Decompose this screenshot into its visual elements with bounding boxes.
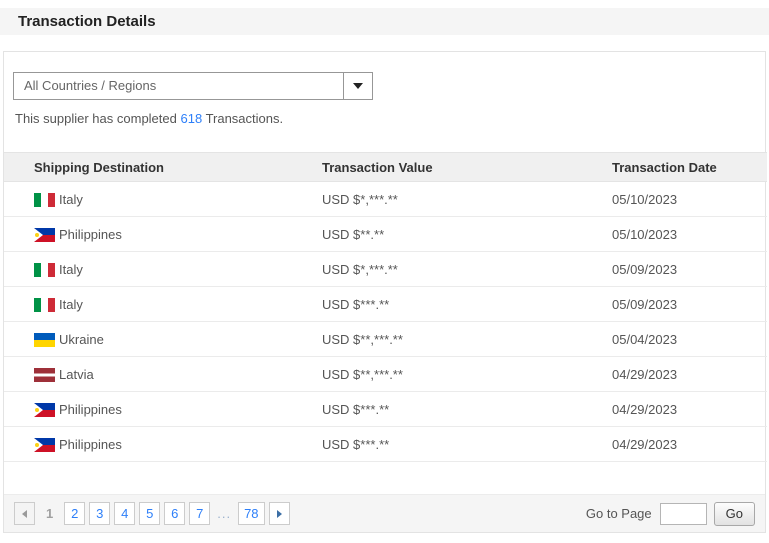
transaction-value: USD $*,***.** — [322, 251, 612, 287]
country-name: Italy — [59, 296, 83, 312]
caret-right-icon — [276, 509, 282, 518]
transaction-value: USD $*,***.** — [322, 181, 612, 217]
transaction-value: USD $**,***.** — [322, 321, 612, 357]
country-name: Italy — [59, 191, 83, 207]
country-flag-icon — [34, 402, 55, 417]
country-flag-icon — [34, 192, 55, 207]
pagination-current-page: 1 — [46, 506, 54, 521]
country-flag-icon — [34, 262, 55, 277]
transaction-date: 05/04/2023 — [612, 321, 767, 357]
column-header-transaction-date: Transaction Date — [612, 152, 767, 182]
dropdown-arrow-button[interactable] — [343, 73, 372, 99]
table-row: Latvia USD $**,***.** 04/29/2023 — [4, 356, 767, 392]
transaction-value: USD $***.** — [322, 286, 612, 322]
caret-down-icon — [353, 83, 363, 89]
pagination-page-7[interactable]: 7 — [189, 502, 211, 525]
country-name: Philippines — [59, 436, 122, 452]
country-flag-icon — [34, 367, 55, 382]
transaction-value: USD $***.** — [322, 426, 612, 462]
transaction-date: 05/10/2023 — [612, 216, 767, 252]
table-footer: 1 2 3 4 5 6 7 ... 78 Go to Page Go — [4, 494, 765, 532]
pagination-page-3[interactable]: 3 — [89, 502, 111, 525]
pagination: 1 2 3 4 5 6 7 ... 78 — [14, 502, 294, 525]
column-header-transaction-value: Transaction Value — [322, 152, 612, 182]
transaction-summary: This supplier has completed 618 Transact… — [15, 111, 754, 126]
table-row: Philippines USD $***.** 04/29/2023 — [4, 426, 767, 462]
country-flag-icon — [34, 297, 55, 312]
transaction-count-link[interactable]: 618 — [180, 111, 202, 126]
transaction-date: 05/09/2023 — [612, 286, 767, 322]
go-button[interactable]: Go — [713, 501, 755, 526]
pagination-page-6[interactable]: 6 — [164, 502, 186, 525]
country-filter-selected-value: All Countries / Regions — [24, 78, 157, 93]
pagination-next-button[interactable] — [268, 502, 290, 525]
pagination-page-2[interactable]: 2 — [64, 502, 86, 525]
transactions-table: Shipping Destination Transaction Value T… — [4, 152, 767, 462]
pagination-page-4[interactable]: 4 — [114, 502, 136, 525]
summary-prefix: This supplier has completed — [15, 111, 181, 126]
transaction-date: 05/09/2023 — [612, 251, 767, 287]
table-row: Italy USD $*,***.** 05/10/2023 — [4, 181, 767, 217]
summary-suffix: Transactions. — [202, 111, 284, 126]
goto-page-label: Go to Page — [585, 506, 652, 521]
transaction-details-panel: All Countries / Regions This supplier ha… — [3, 51, 767, 533]
transaction-date: 04/29/2023 — [612, 426, 767, 462]
country-flag-icon — [34, 227, 55, 242]
page-title: Transaction Details — [0, 8, 769, 35]
country-flag-icon — [34, 332, 55, 347]
country-name: Ukraine — [59, 331, 104, 347]
country-name: Latvia — [59, 366, 94, 382]
pagination-page-5[interactable]: 5 — [139, 502, 161, 525]
transaction-value: USD $**,***.** — [322, 356, 612, 392]
pagination-prev-button[interactable] — [14, 502, 35, 525]
table-row: Ukraine USD $**,***.** 05/04/2023 — [4, 321, 767, 357]
table-header-row: Shipping Destination Transaction Value T… — [4, 152, 767, 182]
transaction-date: 04/29/2023 — [612, 356, 767, 392]
country-name: Philippines — [59, 401, 122, 417]
country-name: Italy — [59, 261, 83, 277]
goto-page: Go to Page Go — [585, 501, 755, 526]
goto-page-input[interactable] — [659, 502, 707, 525]
transaction-date: 04/29/2023 — [612, 391, 767, 427]
table-row: Italy USD $***.** 05/09/2023 — [4, 286, 767, 322]
table-row: Philippines USD $***.** 04/29/2023 — [4, 391, 767, 427]
column-header-shipping-destination: Shipping Destination — [4, 152, 322, 182]
table-row: Italy USD $*,***.** 05/09/2023 — [4, 251, 767, 287]
table-row: Philippines USD $**.** 05/10/2023 — [4, 216, 767, 252]
country-flag-icon — [34, 437, 55, 452]
transaction-date: 05/10/2023 — [612, 181, 767, 217]
transaction-value: USD $**.** — [322, 216, 612, 252]
caret-left-icon — [22, 509, 27, 518]
transaction-value: USD $***.** — [322, 391, 612, 427]
pagination-ellipsis: ... — [217, 506, 232, 521]
pagination-page-78[interactable]: 78 — [238, 502, 265, 525]
country-name: Philippines — [59, 226, 122, 242]
country-filter-dropdown[interactable]: All Countries / Regions — [13, 72, 373, 100]
